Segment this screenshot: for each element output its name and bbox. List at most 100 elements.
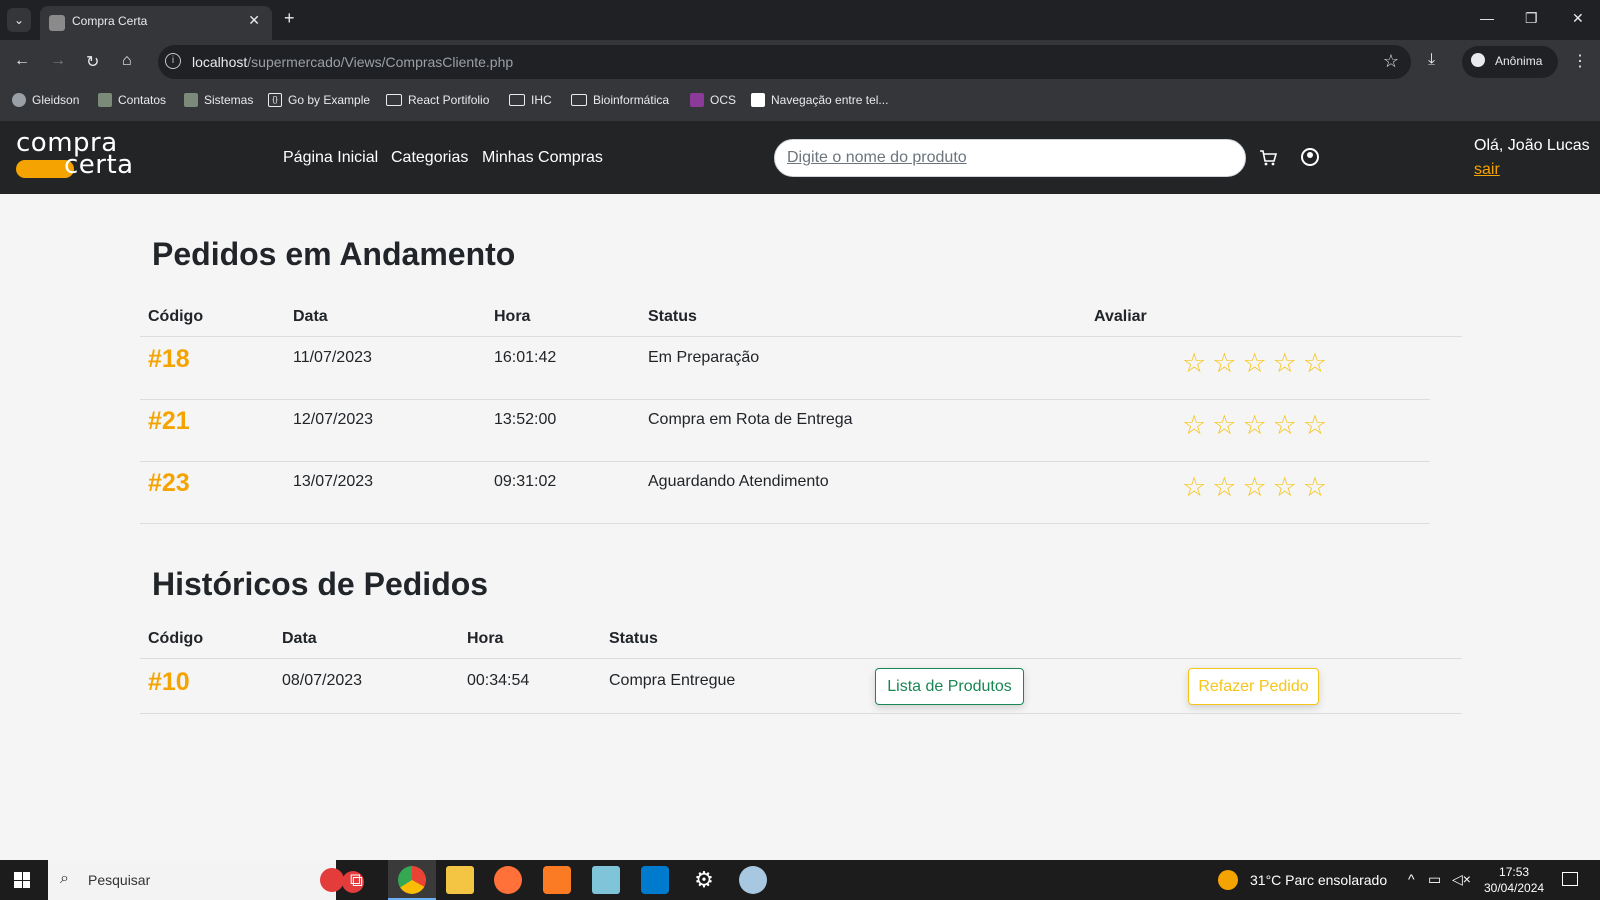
tab-search-button[interactable]: ⌄ (7, 8, 31, 32)
order-code: #21 (148, 407, 190, 435)
nav-categories-link[interactable]: Categorias (391, 149, 468, 167)
col-header-status: Status (609, 630, 658, 647)
table-divider (140, 713, 1462, 714)
bookmark-ocs[interactable]: OCS (690, 93, 736, 107)
rating-star-icon[interactable]: ☆ (1273, 474, 1297, 501)
bookmarks-bar: Gleidson Contatos Sistemas {} Go by Examp… (0, 85, 1600, 121)
network-icon[interactable]: ▭ (1428, 871, 1441, 888)
rating-star-icon[interactable]: ☆ (1182, 412, 1206, 439)
reorder-button[interactable]: Refazer Pedido (1188, 668, 1319, 705)
new-tab-button[interactable]: + (284, 8, 295, 29)
profile-label: Anônima (1495, 54, 1543, 68)
rating-star-icon[interactable]: ☆ (1212, 474, 1236, 501)
download-icon[interactable]: ⤓ (1428, 51, 1435, 69)
home-icon[interactable]: ⌂ (122, 52, 132, 70)
col-header-code: Código (148, 630, 204, 647)
address-bar[interactable]: i localhost/supermercado/Views/ComprasCl… (158, 45, 1411, 79)
table-divider (140, 336, 1462, 337)
chrome-icon[interactable] (398, 866, 426, 894)
taskbar-search[interactable]: ⌕ Pesquisar (48, 860, 364, 900)
bookmark-ihc[interactable]: IHC (509, 93, 552, 107)
rating-star-icon[interactable]: ☆ (1303, 350, 1327, 377)
main-content: Pedidos em Andamento Código Data Hora St… (0, 194, 1600, 860)
col-header-time: Hora (494, 308, 531, 325)
minimize-button[interactable]: — (1480, 10, 1494, 26)
col-header-time: Hora (467, 630, 504, 647)
order-code: #23 (148, 469, 190, 497)
product-list-button[interactable]: Lista de Produtos (875, 668, 1024, 705)
volume-muted-icon[interactable]: ◁× (1452, 871, 1471, 888)
site-logo[interactable]: compra certa (16, 129, 133, 179)
order-status: Em Preparação (648, 349, 760, 366)
bookmark-go-by-example[interactable]: {} Go by Example (268, 93, 370, 107)
tab-close-icon[interactable]: ✕ (248, 12, 260, 29)
tray-chevron-icon[interactable]: ^ (1408, 871, 1415, 887)
bookmark-star-icon[interactable]: ☆ (1383, 51, 1399, 72)
windows-taskbar: ⌕ Pesquisar ⧉ ⚙ 31°C Parc ensolarado ^ ▭… (0, 860, 1600, 900)
browser-tab[interactable]: Compra Certa ✕ (40, 6, 272, 40)
task-view-icon[interactable]: ⧉ (350, 866, 378, 894)
weather-text[interactable]: 31°C Parc ensolarado (1250, 872, 1387, 888)
forward-icon[interactable]: → (50, 52, 66, 70)
col-header-code: Código (148, 308, 204, 325)
settings-gear-icon[interactable]: ⚙ (690, 866, 718, 894)
notification-icon[interactable] (1562, 872, 1578, 886)
browser-menu-icon[interactable]: ⋮ (1572, 51, 1588, 71)
product-search-input[interactable] (787, 149, 1227, 167)
site-info-icon[interactable]: i (165, 53, 181, 69)
nav-icon (751, 93, 765, 107)
rating-star-icon[interactable]: ☆ (1212, 412, 1236, 439)
bookmark-bioinformatica[interactable]: Bioinformática (571, 93, 669, 107)
url-text[interactable]: localhost/supermercado/Views/ComprasClie… (192, 54, 513, 70)
restore-button[interactable]: ❐ (1525, 10, 1538, 27)
notepad-icon[interactable] (592, 866, 620, 894)
close-window-button[interactable]: ✕ (1572, 10, 1584, 27)
rating-star-icon[interactable]: ☆ (1242, 474, 1266, 501)
col-header-status: Status (648, 308, 697, 325)
product-search (774, 139, 1246, 177)
history-title: Históricos de Pedidos (152, 566, 489, 602)
doc-icon (184, 93, 198, 107)
back-icon[interactable]: ← (14, 52, 30, 70)
search-icon: ⌕ (60, 870, 69, 887)
rating-star-icon[interactable]: ☆ (1273, 412, 1297, 439)
rating-stars: ☆ ☆ ☆ ☆ ☆ (1182, 412, 1327, 439)
xampp-icon[interactable] (543, 866, 571, 894)
paint-icon[interactable] (739, 866, 767, 894)
col-header-date: Data (293, 308, 328, 325)
bookmark-contatos[interactable]: Contatos (98, 93, 166, 107)
order-date: 13/07/2023 (293, 473, 374, 490)
order-status: Compra em Rota de Entrega (648, 411, 853, 428)
rating-star-icon[interactable]: ☆ (1303, 412, 1327, 439)
user-account-icon[interactable] (1301, 148, 1319, 166)
table-divider (140, 399, 1430, 400)
rating-star-icon[interactable]: ☆ (1212, 350, 1236, 377)
rating-star-icon[interactable]: ☆ (1182, 350, 1206, 377)
nav-home-link[interactable]: Página Inicial (283, 149, 378, 167)
vscode-icon[interactable] (641, 866, 669, 894)
order-time: 16:01:42 (494, 349, 557, 366)
taskbar-clock[interactable]: 17:53 30/04/2024 (1484, 864, 1544, 896)
code-icon: {} (268, 93, 282, 107)
bookmark-react-portifolio[interactable]: React Portifolio (386, 93, 489, 107)
rating-star-icon[interactable]: ☆ (1242, 350, 1266, 377)
firefox-icon[interactable] (494, 866, 522, 894)
order-code: #10 (148, 668, 190, 696)
bookmark-navegacao[interactable]: Navegação entre tel... (751, 93, 888, 107)
rating-star-icon[interactable]: ☆ (1273, 350, 1297, 377)
cart-icon[interactable] (1259, 149, 1277, 167)
file-explorer-icon[interactable] (446, 866, 474, 894)
bookmark-gleidson[interactable]: Gleidson (12, 93, 79, 107)
rating-star-icon[interactable]: ☆ (1242, 412, 1266, 439)
reload-icon[interactable]: ↻ (86, 52, 99, 72)
weather-icon[interactable] (1218, 870, 1238, 890)
bookmark-sistemas[interactable]: Sistemas (184, 93, 253, 107)
logout-link[interactable]: sair (1474, 161, 1500, 179)
windows-start-icon[interactable] (14, 872, 30, 888)
order-time: 13:52:00 (494, 411, 557, 428)
rating-star-icon[interactable]: ☆ (1303, 474, 1327, 501)
incognito-profile-button[interactable]: Anônima (1462, 46, 1558, 78)
rating-star-icon[interactable]: ☆ (1182, 474, 1206, 501)
nav-my-orders-link[interactable]: Minhas Compras (482, 149, 603, 167)
order-time: 09:31:02 (494, 473, 557, 490)
